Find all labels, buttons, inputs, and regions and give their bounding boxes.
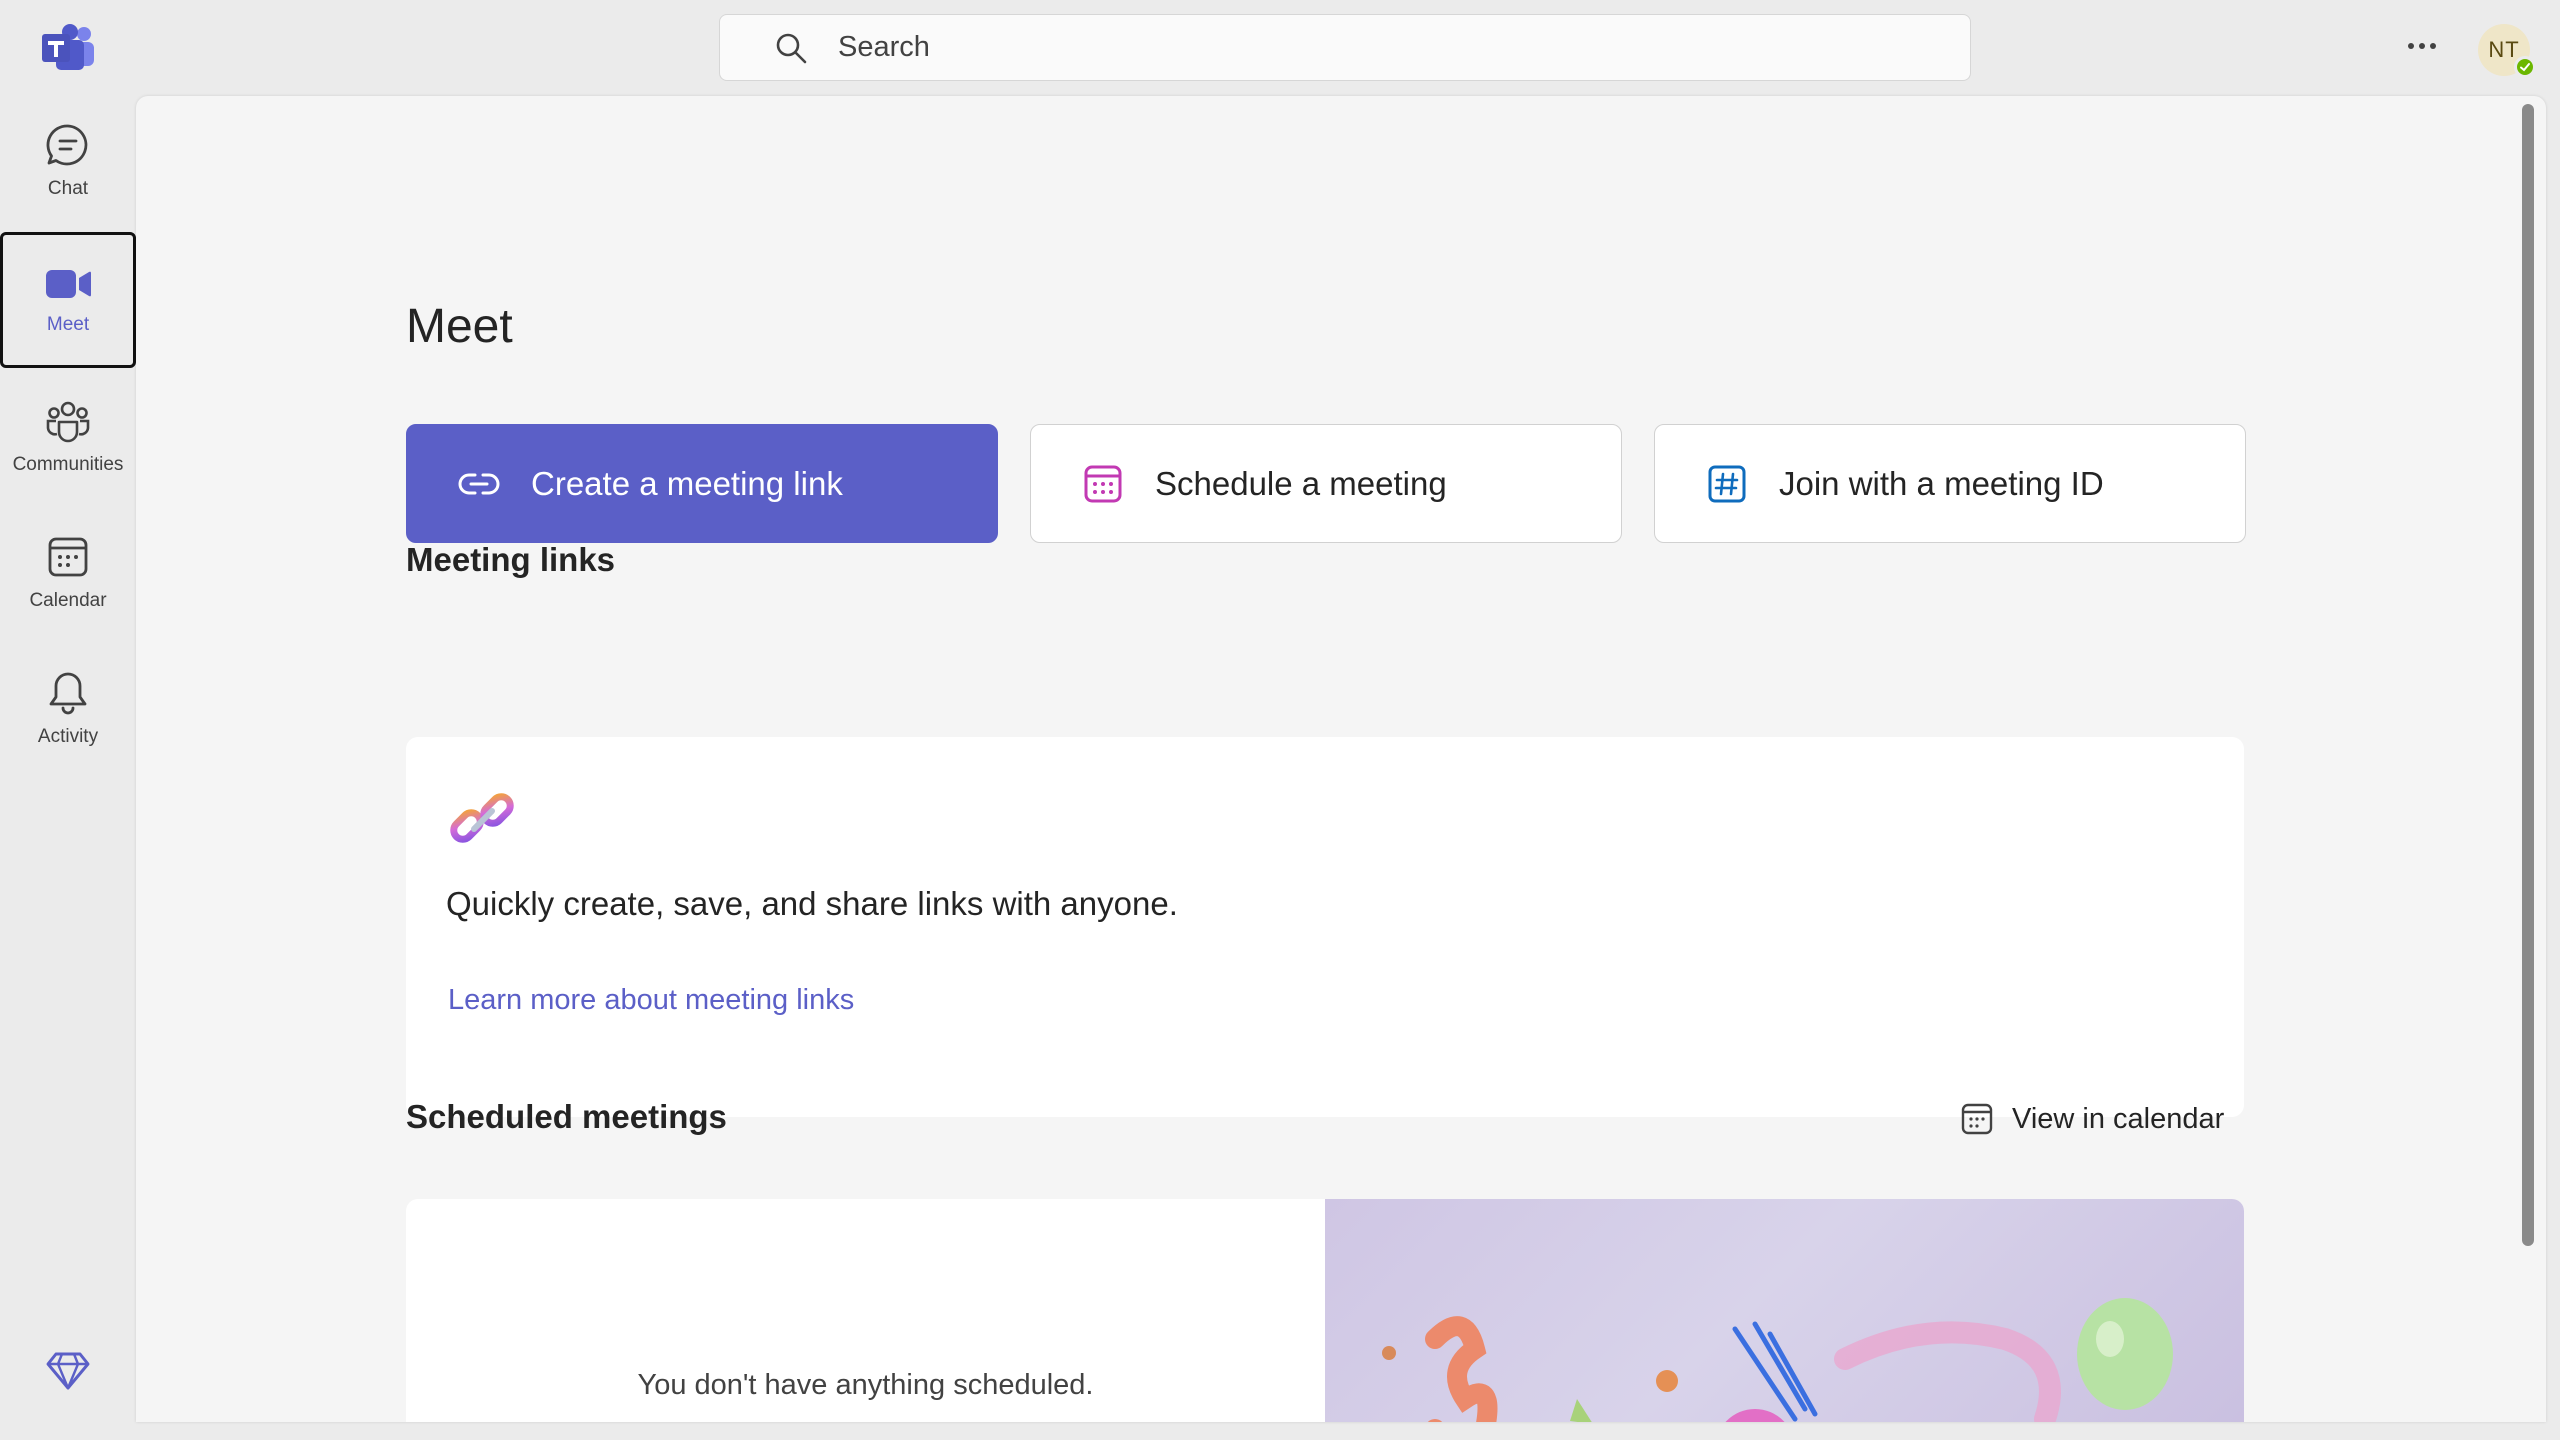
party-decorations-icon — [1382, 1298, 2173, 1422]
search-bar[interactable] — [719, 14, 1971, 81]
page-title: Meet — [406, 300, 513, 353]
view-in-calendar-label: View in calendar — [2012, 1102, 2225, 1135]
calendar-icon — [1961, 1103, 1993, 1135]
calendar-schedule-icon — [1084, 465, 1122, 502]
meeting-links-heading: Meeting links — [406, 541, 616, 578]
rail-label-activity: Activity — [37, 726, 99, 747]
rail-label-communities: Communities — [12, 454, 124, 475]
rail-item-calendar[interactable]: Calendar — [0, 506, 136, 640]
rail-label-calendar: Calendar — [29, 590, 107, 611]
meeting-links-card: Quickly create, save, and share links wi… — [406, 737, 2244, 1117]
schedule-meeting-button[interactable]: Schedule a meeting — [1030, 424, 1622, 543]
create-meeting-link-button[interactable]: Create a meeting link — [406, 424, 998, 543]
scheduled-meetings-heading: Scheduled meetings — [406, 1098, 727, 1135]
chat-icon — [46, 124, 88, 166]
link-icon — [458, 473, 500, 494]
rail-item-meet[interactable]: Meet — [0, 232, 136, 368]
no-meetings-message: You don't have anything scheduled. — [637, 1369, 1094, 1401]
rail-item-communities[interactable]: Communities — [0, 370, 136, 504]
view-in-calendar-button[interactable]: View in calendar — [1960, 1098, 2224, 1140]
search-input[interactable] — [836, 30, 1836, 65]
rail-item-activity[interactable]: Activity — [0, 642, 136, 776]
video-camera-icon — [46, 270, 91, 298]
schedule-meeting-label: Schedule a meeting — [1155, 464, 1447, 502]
premium-diamond-icon[interactable] — [46, 1348, 90, 1392]
main-scrollbar[interactable] — [2522, 104, 2534, 1246]
meet-main-panel: Meet Create a meeting link Schedule a me… — [136, 96, 2546, 1422]
bell-icon — [49, 672, 87, 715]
more-horizontal-icon — [2408, 43, 2436, 49]
rail-label-chat: Chat — [47, 178, 89, 199]
celebration-illustration — [1325, 1199, 2244, 1422]
search-icon — [776, 33, 807, 63]
learn-more-meeting-links-link[interactable]: Learn more about meeting links — [448, 984, 854, 1017]
hashtag-icon — [1708, 465, 1746, 502]
avatar-initials: NT — [2488, 37, 2520, 62]
avatar[interactable]: NT — [2478, 24, 2536, 78]
chain-link-illustration-icon — [450, 793, 514, 843]
calendar-icon — [48, 537, 88, 577]
meeting-links-description: Quickly create, save, and share links wi… — [446, 885, 1178, 922]
rail-label-meet: Meet — [46, 314, 90, 335]
join-meeting-id-button[interactable]: Join with a meeting ID — [1654, 424, 2246, 543]
teams-logo-icon[interactable] — [40, 24, 96, 72]
join-meeting-id-label: Join with a meeting ID — [1779, 464, 2104, 502]
scheduled-meetings-card: You don't have anything scheduled. — [406, 1199, 2244, 1422]
presence-available-icon — [2514, 56, 2536, 78]
more-options-button[interactable] — [2400, 24, 2444, 68]
people-community-icon — [46, 401, 90, 443]
create-meeting-link-label: Create a meeting link — [531, 464, 843, 502]
rail-item-chat[interactable]: Chat — [0, 94, 136, 228]
